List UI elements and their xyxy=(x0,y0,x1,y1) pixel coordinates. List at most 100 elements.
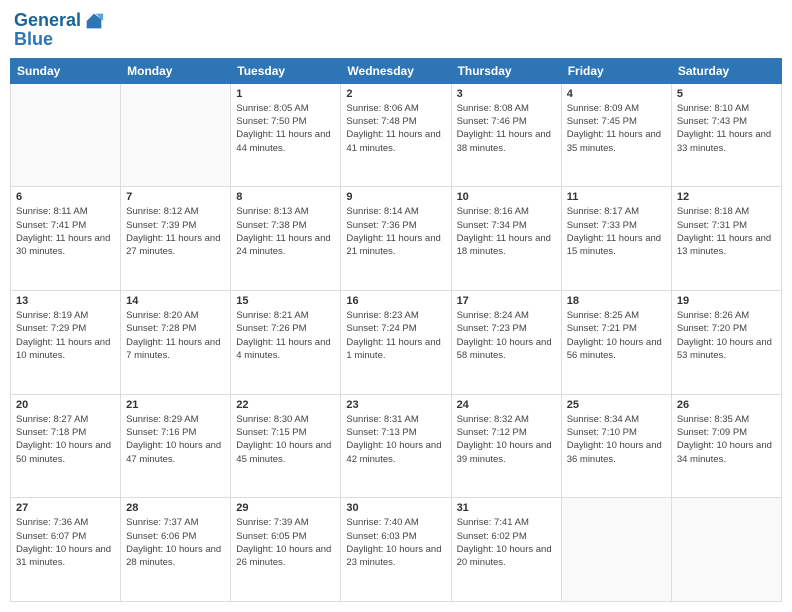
day-info: Sunrise: 8:34 AMSunset: 7:10 PMDaylight:… xyxy=(567,413,666,466)
day-number: 21 xyxy=(126,399,225,411)
day-info: Sunrise: 8:12 AMSunset: 7:39 PMDaylight:… xyxy=(126,205,225,258)
day-cell xyxy=(11,83,121,187)
day-info: Sunrise: 8:08 AMSunset: 7:46 PMDaylight:… xyxy=(457,102,556,155)
day-cell: 9Sunrise: 8:14 AMSunset: 7:36 PMDaylight… xyxy=(341,187,451,291)
day-info: Sunrise: 8:17 AMSunset: 7:33 PMDaylight:… xyxy=(567,205,666,258)
weekday-wednesday: Wednesday xyxy=(341,58,451,83)
day-info: Sunrise: 8:31 AMSunset: 7:13 PMDaylight:… xyxy=(346,413,445,466)
day-info: Sunrise: 8:32 AMSunset: 7:12 PMDaylight:… xyxy=(457,413,556,466)
day-info: Sunrise: 7:36 AMSunset: 6:07 PMDaylight:… xyxy=(16,516,115,569)
logo-icon xyxy=(83,10,105,32)
day-number: 20 xyxy=(16,399,115,411)
header: General Blue xyxy=(10,10,782,50)
day-number: 23 xyxy=(346,399,445,411)
day-cell xyxy=(121,83,231,187)
day-number: 18 xyxy=(567,295,666,307)
day-number: 30 xyxy=(346,502,445,514)
day-info: Sunrise: 8:14 AMSunset: 7:36 PMDaylight:… xyxy=(346,205,445,258)
day-number: 2 xyxy=(346,88,445,100)
day-cell: 24 Sunrise: 8:32 AMSunset: 7:12 PMDayligh… xyxy=(451,394,561,498)
day-info: Sunrise: 7:40 AMSunset: 6:03 PMDaylight:… xyxy=(346,516,445,569)
day-cell: 21 Sunrise: 8:29 AMSunset: 7:16 PMDayligh… xyxy=(121,394,231,498)
day-number: 25 xyxy=(567,399,666,411)
day-number: 15 xyxy=(236,295,335,307)
day-info: Sunrise: 8:16 AMSunset: 7:34 PMDaylight:… xyxy=(457,205,556,258)
day-number: 24 xyxy=(457,399,556,411)
day-info: Sunrise: 8:35 AMSunset: 7:09 PMDaylight:… xyxy=(677,413,776,466)
day-cell: 7 Sunrise: 8:12 AMSunset: 7:39 PMDaylight… xyxy=(121,187,231,291)
day-cell: 17 Sunrise: 8:24 AMSunset: 7:23 PMDayligh… xyxy=(451,291,561,395)
day-cell: 25 Sunrise: 8:34 AMSunset: 7:10 PMDayligh… xyxy=(561,394,671,498)
day-cell: 6 Sunrise: 8:11 AMSunset: 7:41 PMDaylight… xyxy=(11,187,121,291)
day-cell: 22 Sunrise: 8:30 AMSunset: 7:15 PMDayligh… xyxy=(231,394,341,498)
day-number: 28 xyxy=(126,502,225,514)
day-cell: 14 Sunrise: 8:20 AMSunset: 7:28 PMDayligh… xyxy=(121,291,231,395)
weekday-thursday: Thursday xyxy=(451,58,561,83)
day-cell: 16 Sunrise: 8:23 AMSunset: 7:24 PMDayligh… xyxy=(341,291,451,395)
day-cell: 26 Sunrise: 8:35 AMSunset: 7:09 PMDayligh… xyxy=(671,394,781,498)
logo-text: General xyxy=(14,11,81,31)
day-cell: 15 Sunrise: 8:21 AMSunset: 7:26 PMDayligh… xyxy=(231,291,341,395)
weekday-friday: Friday xyxy=(561,58,671,83)
day-number: 19 xyxy=(677,295,776,307)
day-info: Sunrise: 7:39 AMSunset: 6:05 PMDaylight:… xyxy=(236,516,335,569)
day-number: 16 xyxy=(346,295,445,307)
day-cell: 30 Sunrise: 7:40 AMSunset: 6:03 PMDayligh… xyxy=(341,498,451,602)
logo-text2: Blue xyxy=(14,30,53,50)
week-row-3: 13Sunrise: 8:19 AMSunset: 7:29 PMDayligh… xyxy=(11,291,782,395)
day-info: Sunrise: 8:05 AMSunset: 7:50 PMDaylight:… xyxy=(236,102,335,155)
day-cell: 27Sunrise: 7:36 AMSunset: 6:07 PMDayligh… xyxy=(11,498,121,602)
day-info: Sunrise: 8:30 AMSunset: 7:15 PMDaylight:… xyxy=(236,413,335,466)
week-row-5: 27Sunrise: 7:36 AMSunset: 6:07 PMDayligh… xyxy=(11,498,782,602)
day-number: 17 xyxy=(457,295,556,307)
day-info: Sunrise: 8:09 AMSunset: 7:45 PMDaylight:… xyxy=(567,102,666,155)
weekday-header-row: SundayMondayTuesdayWednesdayThursdayFrid… xyxy=(11,58,782,83)
day-info: Sunrise: 8:23 AMSunset: 7:24 PMDaylight:… xyxy=(346,309,445,362)
day-number: 6 xyxy=(16,191,115,203)
day-cell: 18Sunrise: 8:25 AMSunset: 7:21 PMDayligh… xyxy=(561,291,671,395)
day-cell: 4 Sunrise: 8:09 AMSunset: 7:45 PMDaylight… xyxy=(561,83,671,187)
day-number: 10 xyxy=(457,191,556,203)
day-number: 26 xyxy=(677,399,776,411)
day-info: Sunrise: 8:21 AMSunset: 7:26 PMDaylight:… xyxy=(236,309,335,362)
day-number: 14 xyxy=(126,295,225,307)
day-cell: 28Sunrise: 7:37 AMSunset: 6:06 PMDayligh… xyxy=(121,498,231,602)
day-cell: 10 Sunrise: 8:16 AMSunset: 7:34 PMDayligh… xyxy=(451,187,561,291)
weekday-sunday: Sunday xyxy=(11,58,121,83)
day-info: Sunrise: 8:26 AMSunset: 7:20 PMDaylight:… xyxy=(677,309,776,362)
day-info: Sunrise: 8:10 AMSunset: 7:43 PMDaylight:… xyxy=(677,102,776,155)
day-cell: 31Sunrise: 7:41 AMSunset: 6:02 PMDayligh… xyxy=(451,498,561,602)
calendar-table: SundayMondayTuesdayWednesdayThursdayFrid… xyxy=(10,58,782,602)
day-info: Sunrise: 8:13 AMSunset: 7:38 PMDaylight:… xyxy=(236,205,335,258)
day-number: 8 xyxy=(236,191,335,203)
day-cell: 13Sunrise: 8:19 AMSunset: 7:29 PMDayligh… xyxy=(11,291,121,395)
calendar-body: 1 Sunrise: 8:05 AMSunset: 7:50 PMDaylight… xyxy=(11,83,782,601)
weekday-tuesday: Tuesday xyxy=(231,58,341,83)
weekday-saturday: Saturday xyxy=(671,58,781,83)
day-cell xyxy=(561,498,671,602)
day-info: Sunrise: 8:24 AMSunset: 7:23 PMDaylight:… xyxy=(457,309,556,362)
day-number: 7 xyxy=(126,191,225,203)
day-info: Sunrise: 8:19 AMSunset: 7:29 PMDaylight:… xyxy=(16,309,115,362)
day-cell: 19 Sunrise: 8:26 AMSunset: 7:20 PMDayligh… xyxy=(671,291,781,395)
day-cell: 1 Sunrise: 8:05 AMSunset: 7:50 PMDaylight… xyxy=(231,83,341,187)
week-row-2: 6 Sunrise: 8:11 AMSunset: 7:41 PMDaylight… xyxy=(11,187,782,291)
day-cell: 8 Sunrise: 8:13 AMSunset: 7:38 PMDaylight… xyxy=(231,187,341,291)
day-info: Sunrise: 8:29 AMSunset: 7:16 PMDaylight:… xyxy=(126,413,225,466)
day-cell: 20Sunrise: 8:27 AMSunset: 7:18 PMDayligh… xyxy=(11,394,121,498)
day-number: 5 xyxy=(677,88,776,100)
day-number: 22 xyxy=(236,399,335,411)
day-number: 11 xyxy=(567,191,666,203)
day-cell: 3Sunrise: 8:08 AMSunset: 7:46 PMDaylight… xyxy=(451,83,561,187)
day-number: 1 xyxy=(236,88,335,100)
day-info: Sunrise: 8:11 AMSunset: 7:41 PMDaylight:… xyxy=(16,205,115,258)
day-number: 12 xyxy=(677,191,776,203)
day-number: 29 xyxy=(236,502,335,514)
day-cell: 23 Sunrise: 8:31 AMSunset: 7:13 PMDayligh… xyxy=(341,394,451,498)
day-number: 4 xyxy=(567,88,666,100)
week-row-1: 1 Sunrise: 8:05 AMSunset: 7:50 PMDaylight… xyxy=(11,83,782,187)
day-info: Sunrise: 8:06 AMSunset: 7:48 PMDaylight:… xyxy=(346,102,445,155)
day-info: Sunrise: 8:20 AMSunset: 7:28 PMDaylight:… xyxy=(126,309,225,362)
day-cell: 11 Sunrise: 8:17 AMSunset: 7:33 PMDayligh… xyxy=(561,187,671,291)
day-cell: 29 Sunrise: 7:39 AMSunset: 6:05 PMDayligh… xyxy=(231,498,341,602)
